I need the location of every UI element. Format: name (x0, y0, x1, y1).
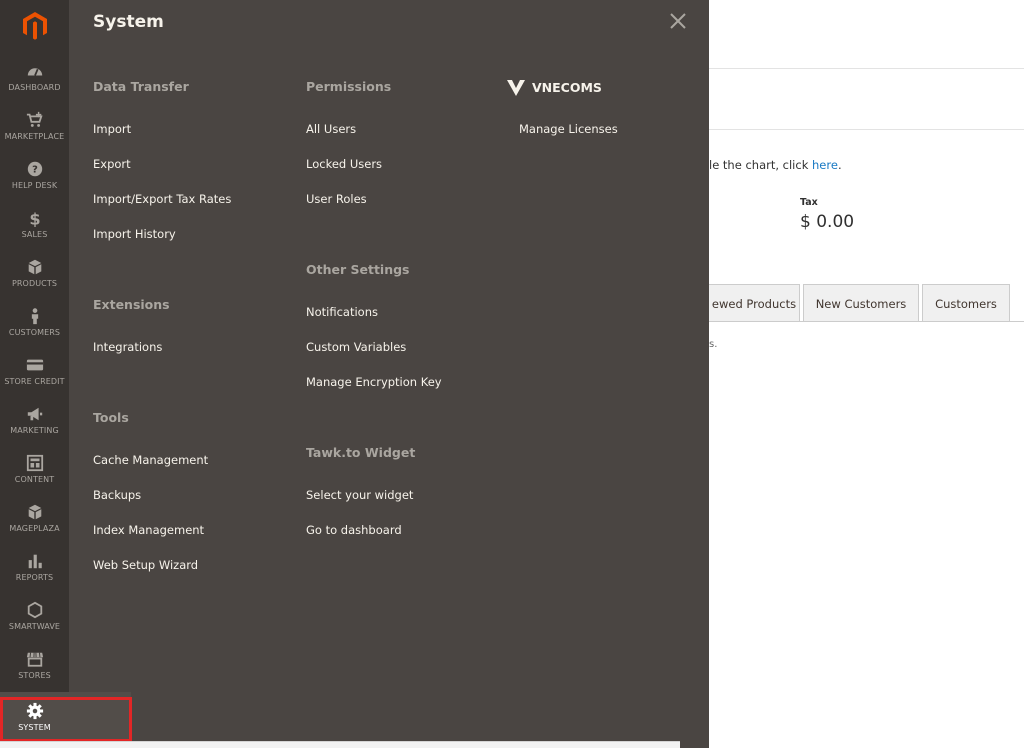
box-icon (28, 504, 41, 519)
menu-link-custom-variables[interactable]: Custom Variables (306, 340, 406, 354)
sidebar-item-label: MAGEPLAZA (9, 523, 60, 533)
vnecoms-title: VNECOMS (532, 79, 602, 95)
chart-note: le the chart, click here. (709, 158, 842, 172)
menu-link-cache-management[interactable]: Cache Management (93, 453, 208, 467)
sidebar-item-sales[interactable]: $ SALES (0, 199, 69, 248)
bar-chart-icon (28, 554, 42, 568)
cart-plus-icon (26, 111, 43, 127)
system-item-active-extension (69, 692, 131, 741)
sidebar-item-label: CONTENT (14, 474, 55, 484)
sidebar-item-products[interactable]: PRODUCTS (0, 248, 69, 297)
flyout-title: System (93, 12, 164, 32)
menu-link-import-history[interactable]: Import History (93, 227, 176, 241)
sidebar-item-dashboard[interactable]: DASHBOARD (0, 52, 69, 101)
vnecoms-logo-icon (507, 79, 525, 96)
speedometer-icon (27, 67, 42, 76)
sidebar-item-system[interactable]: SYSTEM (0, 692, 69, 741)
person-icon (31, 307, 38, 324)
help-circle-icon: ? (27, 161, 42, 176)
menu-link-manage-licenses[interactable]: Manage Licenses (519, 122, 618, 136)
sidebar-item-label: MARKETING (10, 425, 59, 435)
svg-text:?: ? (32, 164, 38, 175)
tab-most-viewed-products[interactable]: ewed Products (709, 284, 800, 322)
tabs-underline (709, 321, 1024, 322)
menu-link-import[interactable]: Import (93, 122, 131, 136)
close-button[interactable] (669, 12, 687, 30)
header-divider (709, 68, 1024, 69)
chart-enable-link[interactable]: here (812, 158, 838, 172)
layout-icon (26, 454, 43, 471)
sidebar-item-label: SALES (21, 229, 48, 239)
gear-icon (26, 702, 43, 719)
sidebar-item-label: MARKETPLACE (4, 131, 65, 141)
menu-link-backups[interactable]: Backups (93, 488, 141, 502)
menu-link-export[interactable]: Export (93, 157, 131, 171)
menu-link-manage-encryption-key[interactable]: Manage Encryption Key (306, 375, 442, 389)
sidebar-item-customers[interactable]: CUSTOMERS (0, 297, 69, 346)
sidebar-item-marketing[interactable]: MARKETING (0, 395, 69, 444)
menu-link-user-roles[interactable]: User Roles (306, 192, 367, 206)
group-title-vnecoms: VNECOMS (506, 77, 602, 97)
megaphone-icon (27, 407, 42, 420)
magento-logo[interactable] (0, 0, 69, 52)
sidebar-item-mageplaza[interactable]: MAGEPLAZA (0, 493, 69, 542)
content-divider (709, 129, 1024, 130)
menu-link-select-your-widget[interactable]: Select your widget (306, 488, 413, 502)
tab-customers[interactable]: Customers (922, 284, 1010, 322)
group-title-data-transfer: Data Transfer (93, 79, 189, 94)
menu-link-integrations[interactable]: Integrations (93, 340, 162, 354)
admin-sidebar: DASHBOARD MARKETPLACE ? HELP DESK $ SALE… (0, 0, 69, 748)
sidebar-item-label: PRODUCTS (11, 278, 58, 288)
empty-note: s. (709, 339, 718, 350)
sidebar-item-help-desk[interactable]: ? HELP DESK (0, 150, 69, 199)
group-title-other-settings: Other Settings (306, 262, 410, 277)
sidebar-item-label: REPORTS (15, 572, 54, 582)
tab-new-customers[interactable]: New Customers (803, 284, 919, 322)
status-bar (0, 741, 680, 748)
system-menu-flyout: System Data Transfer Import Export Impor… (69, 0, 709, 748)
box-icon (28, 259, 41, 274)
hexagon-icon (27, 601, 42, 618)
sidebar-item-label: STORE CREDIT (4, 376, 65, 386)
sidebar-item-label: DASHBOARD (8, 82, 61, 92)
sidebar-item-marketplace[interactable]: MARKETPLACE (0, 101, 69, 150)
menu-link-locked-users[interactable]: Locked Users (306, 157, 382, 171)
sidebar-item-smartwave[interactable]: SMARTWAVE (0, 591, 69, 640)
menu-link-web-setup-wizard[interactable]: Web Setup Wizard (93, 558, 198, 572)
credit-card-icon (26, 359, 43, 370)
group-title-tools: Tools (93, 410, 129, 425)
menu-link-notifications[interactable]: Notifications (306, 305, 378, 319)
tax-label: Tax (800, 197, 818, 208)
group-title-tawk-widget: Tawk.to Widget (306, 445, 416, 460)
menu-link-import-export-tax-rates[interactable]: Import/Export Tax Rates (93, 192, 231, 206)
menu-link-all-users[interactable]: All Users (306, 122, 356, 136)
magento-logo-icon (22, 12, 47, 40)
sidebar-item-store-credit[interactable]: STORE CREDIT (0, 346, 69, 395)
menu-link-go-to-dashboard[interactable]: Go to dashboard (306, 523, 402, 537)
group-title-permissions: Permissions (306, 79, 392, 94)
close-icon (670, 13, 686, 29)
storefront-icon (26, 652, 43, 667)
group-title-extensions: Extensions (93, 297, 170, 312)
svg-text:$: $ (29, 209, 40, 227)
sidebar-item-label: CUSTOMERS (8, 327, 61, 337)
sidebar-item-reports[interactable]: REPORTS (0, 542, 69, 591)
dollar-icon: $ (29, 209, 40, 227)
sidebar-item-label: HELP DESK (11, 180, 58, 190)
sidebar-item-stores[interactable]: STORES (0, 640, 69, 689)
sidebar-item-label: SYSTEM (18, 722, 51, 732)
menu-link-index-management[interactable]: Index Management (93, 523, 204, 537)
sidebar-item-content[interactable]: CONTENT (0, 444, 69, 493)
sidebar-item-label: SMARTWAVE (8, 621, 61, 631)
tax-value: $ 0.00 (800, 212, 855, 232)
sidebar-item-label: STORES (18, 670, 51, 680)
